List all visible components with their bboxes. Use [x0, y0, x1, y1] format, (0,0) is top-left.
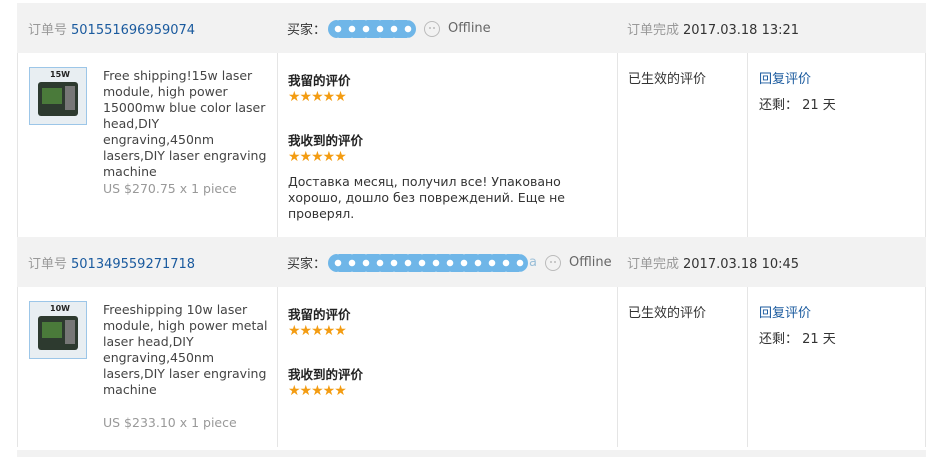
order-number-link[interactable]: 501551696959074: [71, 23, 195, 38]
column-divider: [617, 287, 618, 447]
received-feedback-text: Доставка месяц, получил все! Упаковано х…: [288, 174, 565, 221]
product-image-label: 15W: [50, 70, 70, 79]
buyer-label: 买家：: [287, 23, 327, 38]
order-complete-date: 2017.03.18 13:21: [683, 23, 800, 38]
received-feedback-label: 我收到的评价: [288, 133, 364, 148]
order-complete: 订单完成 2017.03.18 10:45: [627, 253, 799, 272]
order-complete-label: 订单完成: [627, 257, 680, 272]
reply-feedback-link[interactable]: 回复评价: [759, 302, 811, 321]
product-price: US $270.75 x 1 piece: [103, 181, 237, 196]
buyer-name-suffix: a: [529, 255, 537, 270]
order-complete: 订单完成 2017.03.18 13:21: [627, 19, 799, 38]
buyer-name-redacted: [328, 19, 417, 38]
order-number-label: 订单号: [28, 23, 68, 38]
product-price: US $233.10 x 1 piece: [103, 415, 237, 430]
order-card: 订单号 501551696959074 买家： Offline 订单完成 2017.…: [17, 3, 926, 237]
order-complete-date: 2017.03.18 10:45: [683, 257, 800, 272]
chat-status-icon[interactable]: [544, 254, 561, 271]
order-header: 订单号 501349559271718 买家： a Offline 订单完成 201…: [17, 237, 926, 287]
column-divider: [277, 287, 278, 447]
my-feedback-label: 我留的评价: [288, 307, 351, 322]
buyer-status: Offline: [568, 255, 612, 270]
feedback-status: 已生效的评价: [628, 72, 707, 87]
laser-module-icon: [38, 316, 78, 350]
buyer-info: 买家： a Offline: [287, 253, 612, 272]
buyer-info: 买家： Offline: [287, 19, 491, 38]
product-image[interactable]: 10W: [29, 301, 87, 359]
product-image[interactable]: 15W: [29, 67, 87, 125]
buyer-label: 买家：: [287, 257, 327, 272]
order-number-label: 订单号: [28, 257, 68, 272]
received-rating-stars: ★★★★★: [288, 383, 347, 399]
order-complete-label: 订单完成: [627, 23, 680, 38]
column-divider: [747, 53, 748, 237]
order-body: 15W Free shipping!15w laser module, high…: [17, 53, 926, 237]
order-number-link[interactable]: 501349559271718: [71, 257, 195, 272]
remaining-days: 还剩： 21 天: [759, 332, 836, 347]
remaining-days: 还剩： 21 天: [759, 98, 836, 113]
my-rating-stars: ★★★★★: [288, 323, 347, 339]
chat-status-icon[interactable]: [424, 20, 441, 37]
order-header: 订单号 501551696959074 买家： Offline 订单完成 2017.…: [17, 3, 926, 53]
buyer-status: Offline: [448, 21, 491, 36]
product-title[interactable]: Free shipping!15w laser module, high pow…: [103, 68, 273, 180]
received-rating-stars: ★★★★★: [288, 149, 347, 165]
received-feedback-label: 我收到的评价: [288, 367, 364, 382]
my-rating-stars: ★★★★★: [288, 89, 347, 105]
column-divider: [277, 53, 278, 237]
reply-feedback-link[interactable]: 回复评价: [759, 68, 811, 87]
order-number: 订单号 501551696959074: [28, 19, 195, 38]
column-divider: [617, 53, 618, 237]
my-feedback-label: 我留的评价: [288, 73, 351, 88]
order-card: 订单号 501349559271718 买家： a Offline 订单完成 201…: [17, 237, 926, 447]
buyer-name-redacted: [328, 253, 529, 272]
order-number: 订单号 501349559271718: [28, 253, 195, 272]
order-body: 10W Freeshipping 10w laser module, high …: [17, 287, 926, 447]
feedback-status: 已生效的评价: [628, 306, 707, 321]
product-image-label: 10W: [50, 304, 70, 313]
column-divider: [747, 287, 748, 447]
laser-module-icon: [38, 82, 78, 116]
product-title[interactable]: Freeshipping 10w laser module, high powe…: [103, 302, 273, 398]
next-order-header: [17, 450, 926, 457]
